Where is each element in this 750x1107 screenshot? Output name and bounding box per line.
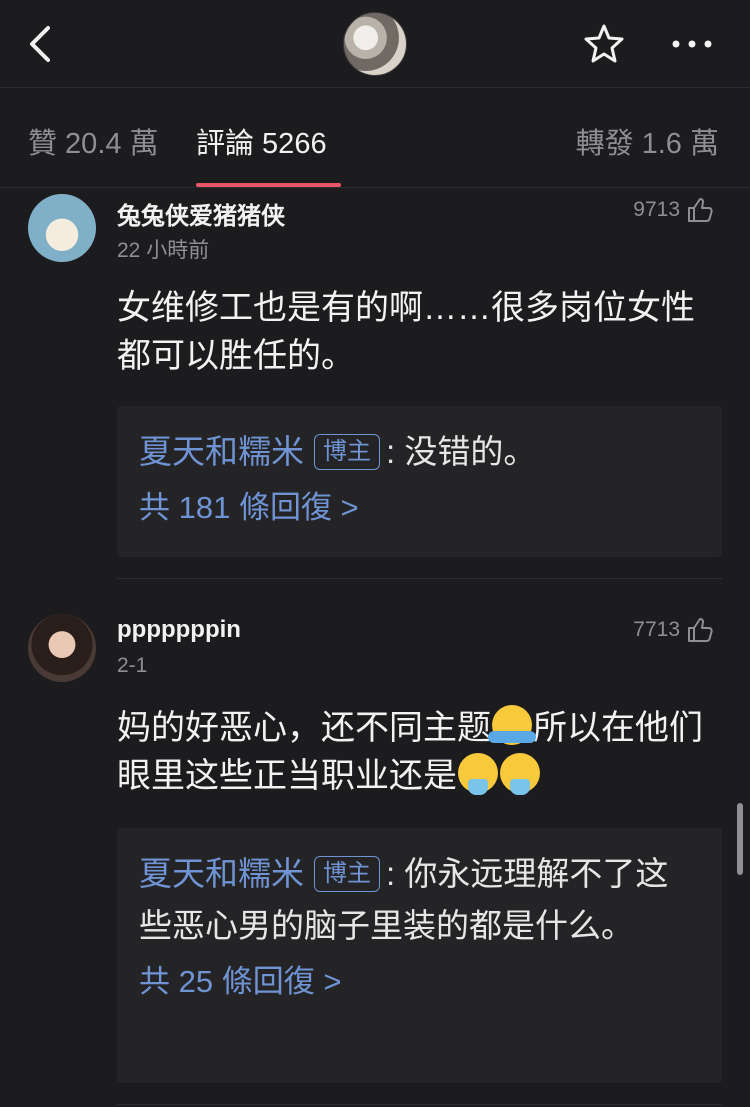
reply-author[interactable]: 夏天和糯米 [139,433,304,470]
author-badge: 博主 [314,434,380,470]
scrollbar[interactable] [737,803,743,875]
thumbs-up-icon [688,198,713,222]
reply-preview[interactable]: 夏天和糯米 博主: 你永远理解不了这些恶心男的脑子里装的都是什么。 共 25 條回… [117,828,722,1083]
like-count: 9713 [633,198,680,221]
shrug-emoji-icon [488,705,536,745]
reply-line: 夏天和糯米 博主: 没错的。 [139,426,700,478]
view-replies-link[interactable]: 共 25 條回復 > [139,956,700,1008]
divider [117,578,722,579]
author-badge: 博主 [314,856,380,892]
comment-text: 妈的好恶心，还不同主题 所以在他们眼里这些正当职业还是 [117,704,722,800]
comment-time: 22 小時前 [117,239,210,262]
tab-comments[interactable]: 評論 5266 [196,120,327,162]
comment-text-part: 妈的好恶心，还不同主题 [117,709,491,747]
tab-likes[interactable]: 贊 20.4 萬 [28,120,159,162]
more-button[interactable] [668,22,716,66]
user-avatar[interactable] [28,194,96,262]
vomit-emoji-icon [458,753,498,795]
comment-item: 兔兔侠爱猪猪侠 22 小時前 9713 女维修工也是有的啊……很多岗位女性都可以… [0,188,750,580]
divider [117,1104,722,1105]
favorite-button[interactable] [582,22,626,66]
tab-bar: 贊 20.4 萬 評論 5266 轉發 1.6 萬 [0,88,750,188]
comment-item: pppppppin 2-1 7713 妈的好恶心，还不同主题 所以在他们眼里这些正… [0,606,750,1106]
like-count: 7713 [633,618,680,641]
view-replies-link[interactable]: 共 181 條回復 > [139,482,700,534]
reply-preview[interactable]: 夏天和糯米 博主: 没错的。 共 181 條回復 > [117,406,722,557]
user-avatar[interactable] [28,614,96,682]
star-outline-icon [584,24,624,63]
more-horizontal-icon [672,40,712,48]
active-tab-indicator [196,183,341,187]
thumbs-up-icon [688,618,713,642]
comment-time: 2-1 [117,654,148,677]
reply-author[interactable]: 夏天和糯米 [139,855,304,892]
tab-reposts[interactable]: 轉發 1.6 萬 [576,120,719,162]
vomit-emoji-icon [500,753,540,795]
comment-username[interactable]: 兔兔侠爱猪猪侠 [117,196,285,231]
reply-line: 夏天和糯米 博主: 你永远理解不了这些恶心男的脑子里装的都是什么。 [139,848,700,952]
chevron-left-icon [30,26,50,62]
reply-text: : 没错的。 [386,433,537,470]
author-avatar[interactable] [343,12,407,76]
like-button[interactable]: 9713 [633,196,714,224]
comment-text: 女维修工也是有的啊……很多岗位女性都可以胜任的。 [117,289,695,375]
comment-username[interactable]: pppppppin [117,616,241,644]
top-bar [0,0,750,88]
like-button[interactable]: 7713 [633,616,714,644]
back-button[interactable] [22,22,62,66]
